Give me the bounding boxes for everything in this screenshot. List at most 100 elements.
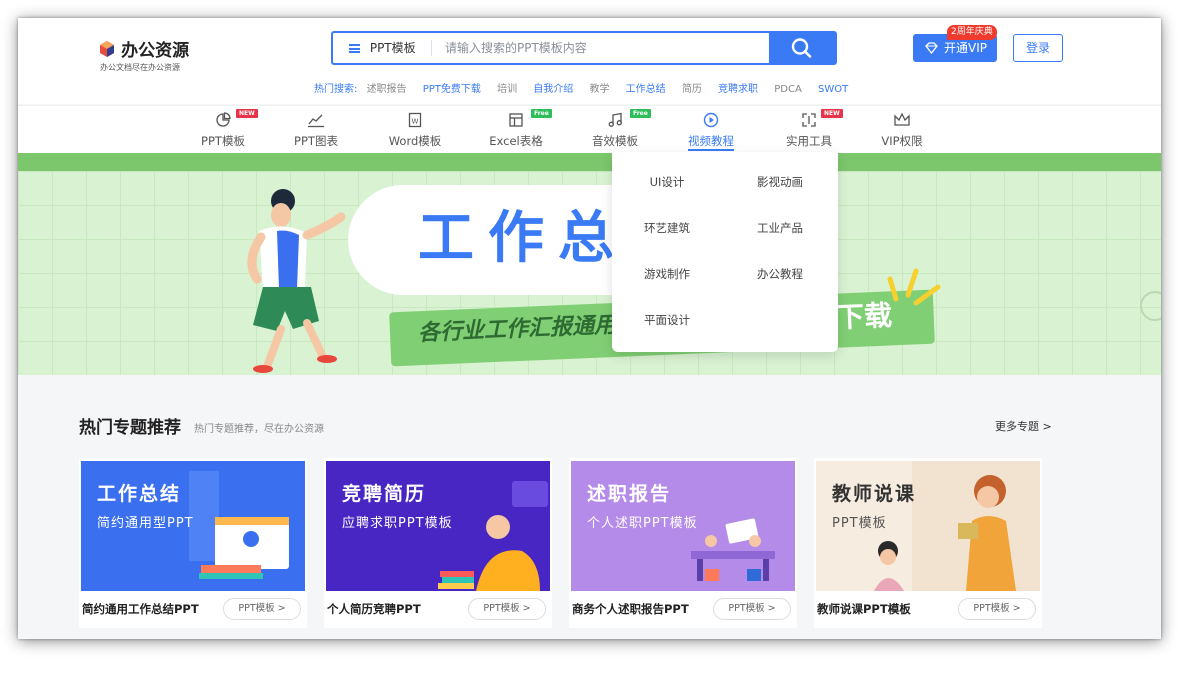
hot-search-link[interactable]: 工作总结 bbox=[626, 84, 666, 95]
carousel-dots[interactable] bbox=[560, 364, 642, 375]
character-illustration bbox=[247, 189, 346, 373]
search-input[interactable]: 请输入搜索的PPT模板内容 bbox=[445, 33, 587, 63]
topic-card-thumbnail[interactable]: 工作总结 简约通用型PPT bbox=[81, 461, 305, 591]
topic-card-subtitle: 应聘求职PPT模板 bbox=[342, 516, 453, 531]
hot-search-link[interactable]: PPT免费下载 bbox=[423, 84, 481, 95]
topic-card[interactable]: 教师说课 PPT模板 教师说课PPT模板 PPT模板 > bbox=[814, 458, 1042, 628]
new-badge: NEW bbox=[821, 109, 843, 118]
hot-search-link[interactable]: SWOT bbox=[818, 84, 848, 95]
music-note-icon bbox=[608, 112, 622, 127]
nav-item-label: VIP权限 bbox=[881, 134, 923, 148]
banner-top-strip bbox=[18, 153, 1161, 171]
logo-slogan: 办公文档尽在办公资源 bbox=[100, 63, 180, 72]
search-icon bbox=[791, 38, 812, 58]
hot-search-link[interactable]: 教学 bbox=[589, 84, 609, 95]
search-box: PPT模板 请输入搜索的PPT模板内容 bbox=[331, 31, 837, 65]
nav-item-label: 实用工具 bbox=[786, 134, 832, 148]
nav-item-video-tutorial[interactable]: 视频教程 bbox=[671, 112, 751, 151]
topic-card-name[interactable]: 商务个人述职报告PPT bbox=[572, 601, 689, 617]
hot-search-link[interactable]: 竞聘求职 bbox=[718, 84, 758, 95]
section-subtitle: 热门专题推荐，尽在办公资源 bbox=[194, 424, 324, 435]
main-nav: PPT模板 NEW PPT图表 W Word模板 Excel表格 Free 音效… bbox=[18, 105, 1161, 153]
nav-item-label: 视频教程 bbox=[688, 134, 734, 151]
menu-icon bbox=[349, 44, 360, 53]
nav-item-label: 音效模板 bbox=[592, 134, 638, 148]
dropdown-item[interactable]: 工业产品 bbox=[730, 220, 830, 236]
dropdown-item[interactable]: 影视动画 bbox=[730, 174, 830, 190]
topic-card-tag-button[interactable]: PPT模板 > bbox=[468, 598, 546, 620]
nav-item-label: Excel表格 bbox=[489, 134, 543, 148]
hot-search-link[interactable]: 培训 bbox=[497, 84, 517, 95]
nav-item-label: Word模板 bbox=[388, 134, 442, 148]
carousel-next-button[interactable] bbox=[1140, 291, 1161, 321]
topic-card-name[interactable]: 教师说课PPT模板 bbox=[817, 601, 911, 617]
line-chart-icon bbox=[308, 114, 324, 128]
site-logo[interactable]: 办公资源 办公文档尽在办公资源 bbox=[98, 36, 189, 73]
banner-title: 工作总 bbox=[418, 206, 628, 271]
dropdown-item[interactable]: UI设计 bbox=[617, 174, 717, 190]
tool-frame-icon bbox=[802, 113, 816, 127]
hot-search-link[interactable]: 述职报告 bbox=[367, 84, 407, 95]
pie-chart-icon bbox=[216, 112, 231, 127]
topic-card[interactable]: 述职报告 个人述职PPT模板 商务个人述职报告PPT PPT模板 > bbox=[569, 458, 797, 628]
logo-name: 办公资源 bbox=[121, 41, 190, 61]
crown-icon bbox=[894, 112, 910, 126]
nav-item-ppt-template[interactable]: PPT模板 NEW bbox=[183, 109, 263, 149]
topic-card-subtitle: 个人述职PPT模板 bbox=[587, 516, 698, 531]
nav-item-label: PPT图表 bbox=[294, 134, 338, 148]
nav-item-label: PPT模板 bbox=[201, 134, 245, 148]
hot-search-bar: 热门搜索: 述职报告 PPT免费下载 培训 自我介绍 教学 工作总结 简历 竞聘… bbox=[314, 80, 861, 95]
topic-card-subtitle: 简约通用型PPT bbox=[97, 516, 194, 531]
nav-item-utility-tools[interactable]: 实用工具 NEW bbox=[769, 109, 849, 149]
topic-card-thumbnail[interactable]: 述职报告 个人述职PPT模板 bbox=[571, 461, 795, 591]
search-divider bbox=[431, 40, 432, 56]
dropdown-item[interactable]: 平面设计 bbox=[617, 312, 717, 328]
diamond-icon bbox=[925, 42, 938, 54]
open-vip-label: 开通VIP bbox=[944, 41, 987, 55]
free-badge: Free bbox=[630, 109, 651, 118]
site-header: 办公资源 办公文档尽在办公资源 PPT模板 请输入搜索的PPT模板内容 开通VI… bbox=[18, 18, 1161, 104]
topic-card-thumbnail[interactable]: 竞聘简历 应聘求职PPT模板 bbox=[326, 461, 550, 591]
topic-card-tag-button[interactable]: PPT模板 > bbox=[713, 598, 791, 620]
sparkle-lines-icon bbox=[887, 268, 941, 306]
topic-card-title: 教师说课 bbox=[832, 483, 917, 505]
topic-card-title: 述职报告 bbox=[587, 483, 672, 505]
nav-item-word-template[interactable]: W Word模板 bbox=[375, 112, 455, 149]
hot-search-link[interactable]: PDCA bbox=[774, 84, 802, 95]
topic-card-tag-button[interactable]: PPT模板 > bbox=[223, 598, 301, 620]
play-circle-icon bbox=[703, 112, 719, 128]
excel-table-icon bbox=[509, 113, 523, 127]
search-button[interactable] bbox=[769, 33, 835, 63]
logo-cube-icon bbox=[100, 40, 114, 57]
new-badge: NEW bbox=[236, 109, 258, 118]
topic-card[interactable]: 竞聘简历 应聘求职PPT模板 个人简历竞聘PPT PPT模板 > bbox=[324, 458, 552, 628]
anniversary-badge: 2周年庆典 bbox=[947, 25, 997, 40]
nav-item-excel-table[interactable]: Excel表格 Free bbox=[476, 109, 556, 149]
nav-item-sound-template[interactable]: 音效模板 Free bbox=[575, 109, 655, 149]
topic-card-thumbnail[interactable]: 教师说课 PPT模板 bbox=[816, 461, 1040, 591]
hot-search-link[interactable]: 简历 bbox=[682, 84, 702, 95]
topic-card-subtitle: PPT模板 bbox=[832, 516, 887, 531]
topic-card-name[interactable]: 简约通用工作总结PPT bbox=[82, 601, 199, 617]
dropdown-item[interactable]: 办公教程 bbox=[730, 266, 830, 282]
topic-card-name[interactable]: 个人简历竞聘PPT bbox=[327, 601, 421, 617]
nav-item-ppt-chart[interactable]: PPT图表 bbox=[276, 112, 356, 149]
topic-card[interactable]: 工作总结 简约通用型PPT 简约通用工作总结PPT PPT模板 > bbox=[79, 458, 307, 628]
search-category-select[interactable]: PPT模板 bbox=[333, 33, 431, 63]
nav-item-vip-rights[interactable]: VIP权限 bbox=[862, 112, 942, 149]
browser-frame: 办公资源 办公文档尽在办公资源 PPT模板 请输入搜索的PPT模板内容 开通VI… bbox=[18, 18, 1161, 639]
more-topics-link[interactable]: 更多专题 > bbox=[995, 418, 1052, 434]
dropdown-item[interactable]: 环艺建筑 bbox=[617, 220, 717, 236]
topic-card-tag-button[interactable]: PPT模板 > bbox=[958, 598, 1036, 620]
dropdown-item[interactable]: 游戏制作 bbox=[617, 266, 717, 282]
hot-search-label: 热门搜索: bbox=[314, 84, 358, 95]
hero-banner[interactable]: 工作总 各行业工作汇报通用 下载 bbox=[18, 171, 1161, 375]
topic-card-title: 工作总结 bbox=[97, 483, 182, 505]
word-doc-icon: W bbox=[408, 112, 422, 128]
video-tutorial-dropdown: UI设计 影视动画 环艺建筑 工业产品 游戏制作 办公教程 平面设计 bbox=[612, 152, 838, 352]
search-category-label: PPT模板 bbox=[369, 41, 416, 55]
hot-search-link[interactable]: 自我介绍 bbox=[533, 84, 573, 95]
svg-text:W: W bbox=[412, 118, 419, 126]
free-badge: Free bbox=[531, 109, 552, 118]
login-button[interactable]: 登录 bbox=[1013, 34, 1063, 62]
